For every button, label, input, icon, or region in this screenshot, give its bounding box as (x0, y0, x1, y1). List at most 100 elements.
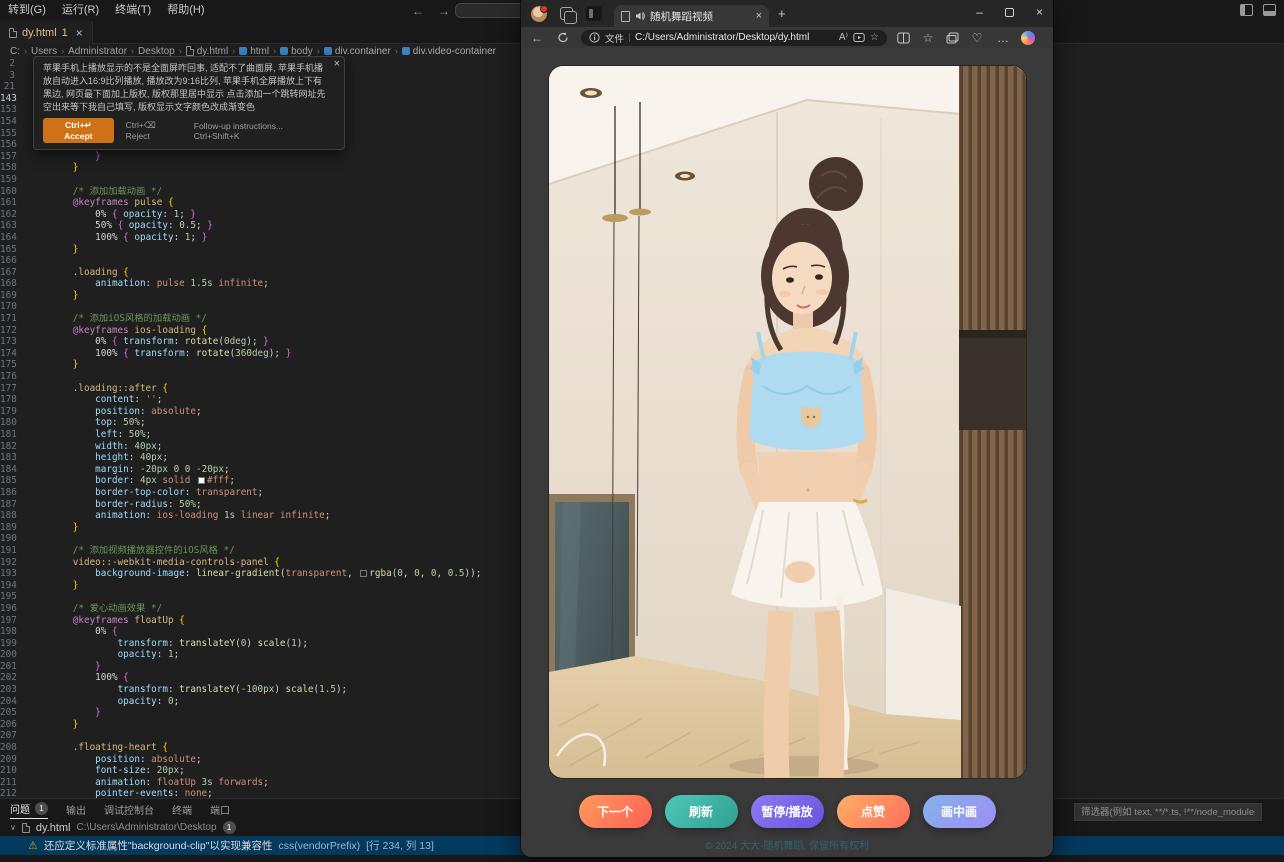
code-text: } (28, 290, 78, 302)
menubar-item[interactable]: 帮助(H) (159, 4, 212, 16)
collections-icon[interactable] (946, 32, 959, 44)
menubar-item[interactable]: 运行(R) (54, 4, 107, 16)
video-container[interactable] (549, 66, 1026, 778)
line-number: 176 (0, 371, 28, 383)
line-number: 168 (0, 278, 28, 290)
problems-filter-input[interactable] (1074, 803, 1262, 821)
profile-avatar[interactable] (531, 6, 547, 22)
tab-close-icon[interactable]: × (76, 26, 83, 40)
line-number: 175 (0, 359, 28, 371)
pause-play-button[interactable]: 暂停/播放 (751, 795, 824, 828)
menubar-item[interactable]: 转到(G) (0, 4, 54, 16)
code-text: } (28, 707, 101, 719)
accept-button[interactable]: Ctrl+↵ Accept (43, 118, 114, 143)
menubar-item[interactable]: 终端(T) (107, 4, 159, 16)
line-number: 169 (0, 290, 28, 302)
file-icon (186, 46, 194, 56)
video-enhance-icon[interactable] (853, 32, 865, 43)
line-number: 197 (0, 615, 28, 627)
line-number: 203 (0, 684, 28, 696)
line-number: 155 (0, 128, 28, 140)
tab-close-icon[interactable]: × (756, 10, 762, 22)
breadcrumb-item[interactable]: html (239, 46, 269, 57)
breadcrumb-separator: › (273, 46, 276, 56)
back-icon[interactable]: ← (529, 31, 545, 45)
code-text: 100% { (28, 672, 129, 684)
breadcrumb-separator: › (395, 46, 398, 56)
breadcrumb-label: div.video-container (413, 46, 496, 57)
panel-tab-问题[interactable]: 问题1 (10, 799, 48, 819)
warning-message: 还应定义标准属性"background-clip"以实现兼容性 (44, 838, 273, 853)
nav-forward-icon[interactable]: → (438, 4, 450, 18)
breadcrumb-item[interactable]: div.video-container (402, 46, 496, 57)
followup-instructions[interactable]: Follow-up instructions... Ctrl+Shift+K (194, 121, 330, 141)
line-number: 200 (0, 649, 28, 661)
breadcrumb-label: C: (10, 46, 20, 57)
breadcrumb-item[interactable]: Administrator (68, 46, 127, 57)
warning-icon: ⚠ (28, 839, 38, 852)
tab-label: dy.html (22, 27, 57, 39)
settings-more-icon[interactable]: … (995, 31, 1011, 45)
nav-back-icon[interactable]: ← (412, 4, 424, 18)
copilot-icon[interactable] (1021, 31, 1035, 45)
refresh-icon[interactable] (555, 31, 571, 44)
code-text: 0% { (28, 626, 118, 638)
toggle-sidebar-icon[interactable] (1240, 4, 1253, 16)
tab-audio-icon[interactable] (635, 11, 645, 21)
next-button[interactable]: 下一个 (579, 795, 652, 828)
code-text: left: 50%; (28, 429, 151, 441)
line-number: 173 (0, 336, 28, 348)
line-number: 188 (0, 510, 28, 522)
line-number: 153 (0, 104, 28, 116)
panel-tab-输出[interactable]: 输出 (66, 799, 86, 819)
line-number: 178 (0, 394, 28, 406)
panel-tab-端口[interactable]: 端口 (210, 799, 230, 819)
line-number: 156 (0, 139, 28, 151)
code-text: } (28, 359, 78, 371)
close-icon[interactable]: × (1036, 3, 1043, 21)
reject-button[interactable]: Ctrl+⌫ Reject (126, 120, 182, 141)
code-text: /* 添加iOS风格的加载动画 */ (28, 313, 207, 325)
address-bar[interactable]: 文件 C:/Users/Administrator/Desktop/dy.htm… (581, 30, 887, 46)
vscode-menubar: 转到(G)运行(R)终端(T)帮助(H) (0, 0, 213, 21)
minimize-icon[interactable]: – (976, 3, 983, 21)
breadcrumb-item[interactable]: dy.html (186, 46, 229, 57)
workspaces-icon[interactable] (560, 7, 573, 20)
code-text: 50% { opacity: 0.5; } (28, 220, 213, 232)
panel-tab-label: 端口 (210, 802, 230, 817)
breadcrumb-item[interactable]: body (280, 46, 313, 57)
browser-tab[interactable]: 随机舞蹈视频 × (614, 5, 769, 27)
breadcrumb-item[interactable]: Users (31, 46, 57, 57)
like-button[interactable]: 点赞 (837, 795, 910, 828)
new-tab-button[interactable]: + (778, 6, 786, 21)
page-icon (621, 11, 630, 22)
panel-tab-label: 终端 (172, 802, 192, 817)
read-aloud-icon[interactable]: A⁾ (839, 32, 848, 43)
maximize-icon[interactable] (1005, 8, 1014, 17)
panel-tab-调试控制台[interactable]: 调试控制台 (104, 799, 154, 819)
browser-essentials-icon[interactable]: ♡ (969, 31, 985, 45)
info-icon[interactable] (589, 32, 600, 43)
video-content[interactable] (549, 66, 1026, 778)
code-text: /* 爱心动画效果 */ (28, 603, 162, 615)
popup-close-icon[interactable]: × (334, 58, 340, 70)
split-screen-icon[interactable] (897, 32, 910, 44)
code-text: pointer-events: none; (28, 788, 213, 798)
breadcrumb-item[interactable]: Desktop (138, 46, 175, 57)
favorite-star-icon[interactable]: ☆ (870, 32, 879, 43)
panel-tab-label: 调试控制台 (104, 802, 154, 817)
tab-dy-html[interactable]: dy.html 1 × (0, 21, 93, 44)
code-text: margin: -20px 0 0 -20px; (28, 464, 230, 476)
breadcrumb-item[interactable]: div.container (324, 46, 391, 57)
panel-tab-终端[interactable]: 终端 (172, 799, 192, 819)
url-text[interactable]: C:/Users/Administrator/Desktop/dy.html (635, 32, 834, 43)
line-number: 180 (0, 417, 28, 429)
pip-button[interactable]: 画中画 (923, 795, 996, 828)
line-number: 208 (0, 742, 28, 754)
refresh-button[interactable]: 刷新 (665, 795, 738, 828)
favorites-hub-icon[interactable]: ☆ (920, 31, 936, 45)
breadcrumb-item[interactable]: C: (10, 46, 20, 57)
vertical-tabs-icon[interactable] (586, 6, 602, 21)
toggle-panel-icon[interactable] (1263, 4, 1276, 16)
symbol-icon (239, 47, 247, 55)
